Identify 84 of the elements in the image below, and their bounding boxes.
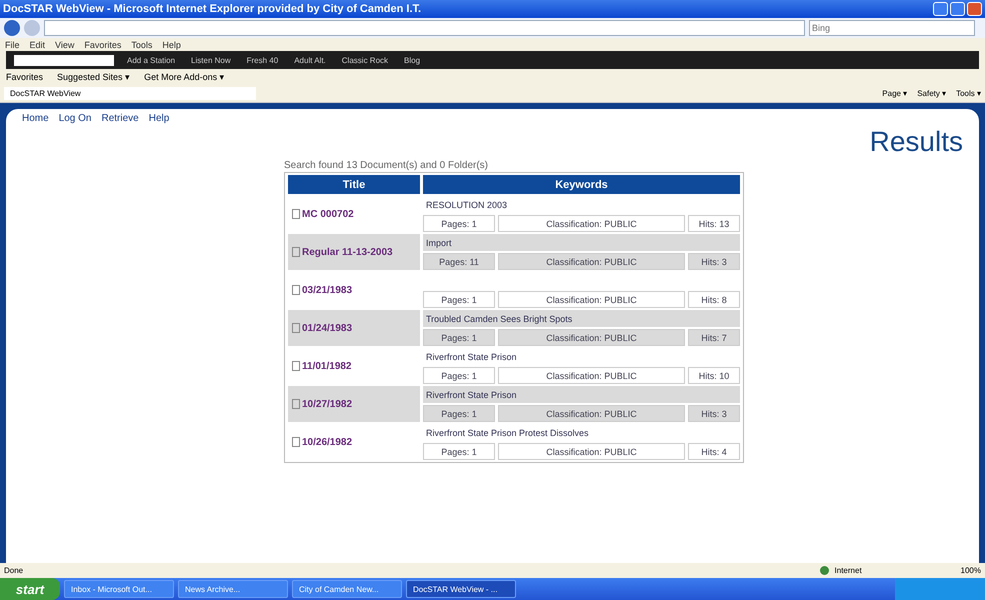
menu-item[interactable]: Edit bbox=[30, 40, 46, 50]
nav-link[interactable]: Help bbox=[148, 113, 170, 124]
command-menu[interactable]: Page ▾ bbox=[882, 89, 908, 98]
start-button[interactable]: start bbox=[0, 578, 60, 600]
document-link[interactable]: 11/01/1982 bbox=[302, 360, 352, 372]
search-summary: Search found 13 Document(s) and 0 Folder(s) bbox=[284, 160, 489, 171]
table-cell: Hits: 8 bbox=[688, 291, 740, 308]
page-heading: Results bbox=[870, 126, 963, 158]
taskbar-button[interactable]: City of Camden New... bbox=[292, 580, 402, 598]
document-link[interactable]: 10/26/1982 bbox=[302, 436, 352, 448]
table-cell: Classification: PUBLIC bbox=[498, 215, 685, 232]
table-cell-text: Riverfront State Prison Protest Dissolves bbox=[425, 426, 590, 440]
toolbar-button[interactable]: Fresh 40 bbox=[244, 56, 282, 64]
document-icon bbox=[292, 285, 300, 296]
table-cell: Pages: 1 bbox=[423, 367, 495, 384]
toolbar-search-field[interactable] bbox=[14, 54, 114, 66]
maximize-button[interactable] bbox=[950, 2, 965, 16]
favorites-button[interactable]: Favorites bbox=[6, 72, 44, 82]
command-menu[interactable]: Tools ▾ bbox=[956, 89, 981, 98]
toolbar-button[interactable]: Add a Station bbox=[124, 56, 178, 64]
toolbar-button[interactable]: Classic Rock bbox=[338, 56, 392, 64]
table-cell-text: Riverfront State Prison bbox=[425, 350, 518, 364]
nav-link[interactable]: Log On bbox=[58, 113, 92, 124]
nav-link[interactable]: Home bbox=[22, 113, 49, 124]
column-header: Keywords bbox=[423, 175, 740, 194]
menu-item[interactable]: Tools bbox=[131, 40, 152, 50]
command-menu[interactable]: Safety ▾ bbox=[917, 89, 946, 98]
menu-item[interactable]: File bbox=[5, 40, 20, 50]
security-zone: Internet bbox=[834, 566, 863, 575]
table-cell-text: RESOLUTION 2003 bbox=[425, 198, 508, 212]
globe-icon bbox=[820, 566, 829, 575]
menu-item[interactable]: Favorites bbox=[84, 40, 122, 50]
table-cell: Classification: PUBLIC bbox=[498, 329, 685, 346]
table-cell: Hits: 4 bbox=[688, 443, 740, 460]
table-cell: Hits: 7 bbox=[688, 329, 740, 346]
taskbar-button[interactable]: Inbox - Microsoft Out... bbox=[64, 580, 174, 598]
document-icon bbox=[292, 323, 300, 334]
table-cell: Classification: PUBLIC bbox=[498, 405, 685, 422]
table-cell: Pages: 11 bbox=[423, 253, 495, 270]
taskbar-button[interactable]: News Archive... bbox=[178, 580, 288, 598]
menu-item[interactable]: Help bbox=[162, 40, 181, 50]
table-cell: Hits: 13 bbox=[688, 215, 740, 232]
document-link[interactable]: 10/27/1982 bbox=[302, 398, 352, 410]
table-cell: Pages: 1 bbox=[423, 405, 495, 422]
table-cell: Classification: PUBLIC bbox=[498, 443, 685, 460]
document-link[interactable]: 01/24/1983 bbox=[302, 322, 352, 334]
table-cell: Classification: PUBLIC bbox=[498, 253, 685, 270]
table-cell: Hits: 3 bbox=[688, 405, 740, 422]
toolbar-button[interactable]: Blog bbox=[401, 56, 424, 64]
table-cell: Troubled Camden Sees Bright Spots bbox=[423, 310, 740, 327]
minimize-button[interactable] bbox=[933, 2, 948, 16]
address-field[interactable] bbox=[44, 20, 805, 36]
favorites-link[interactable]: Get More Add-ons ▾ bbox=[144, 72, 225, 82]
document-icon bbox=[292, 247, 300, 258]
status-text: Done bbox=[4, 566, 24, 575]
table-cell: Pages: 1 bbox=[423, 329, 495, 346]
zoom-level[interactable]: 100% bbox=[960, 566, 981, 575]
table-cell: Pages: 1 bbox=[423, 291, 495, 308]
document-icon bbox=[292, 399, 300, 410]
table-cell: Hits: 10 bbox=[688, 367, 740, 384]
table-cell: Import bbox=[423, 234, 740, 251]
document-icon bbox=[292, 437, 300, 448]
table-cell: Pages: 1 bbox=[423, 443, 495, 460]
toolbar-button[interactable]: Listen Now bbox=[188, 56, 234, 64]
nav-link[interactable]: Retrieve bbox=[102, 113, 139, 124]
table-cell: Classification: PUBLIC bbox=[498, 291, 685, 308]
close-button[interactable] bbox=[967, 2, 982, 16]
column-header: Title bbox=[288, 175, 420, 194]
taskbar-button[interactable]: DocSTAR WebView - ... bbox=[406, 580, 516, 598]
document-link[interactable]: MC 000702 bbox=[302, 208, 354, 220]
menu-item[interactable]: View bbox=[55, 40, 74, 50]
table-cell: Riverfront State Prison bbox=[423, 386, 740, 403]
window-title: DocSTAR WebView - Microsoft Internet Explorer provided by City of Camden I.T. bbox=[3, 3, 422, 15]
table-cell: Classification: PUBLIC bbox=[498, 367, 685, 384]
table-cell: Hits: 3 bbox=[688, 253, 740, 270]
document-icon bbox=[292, 209, 300, 220]
document-link[interactable]: Regular 11-13-2003 bbox=[302, 246, 393, 258]
document-icon bbox=[292, 361, 300, 372]
table-cell: Pages: 1 bbox=[423, 215, 495, 232]
favorites-link[interactable]: Suggested Sites ▾ bbox=[57, 72, 130, 82]
browser-tab[interactable]: DocSTAR WebView bbox=[4, 87, 256, 100]
document-link[interactable]: 03/21/1983 bbox=[302, 284, 352, 296]
search-field[interactable]: Bing bbox=[809, 20, 975, 36]
toolbar-button[interactable]: Adult Alt. bbox=[291, 56, 329, 64]
